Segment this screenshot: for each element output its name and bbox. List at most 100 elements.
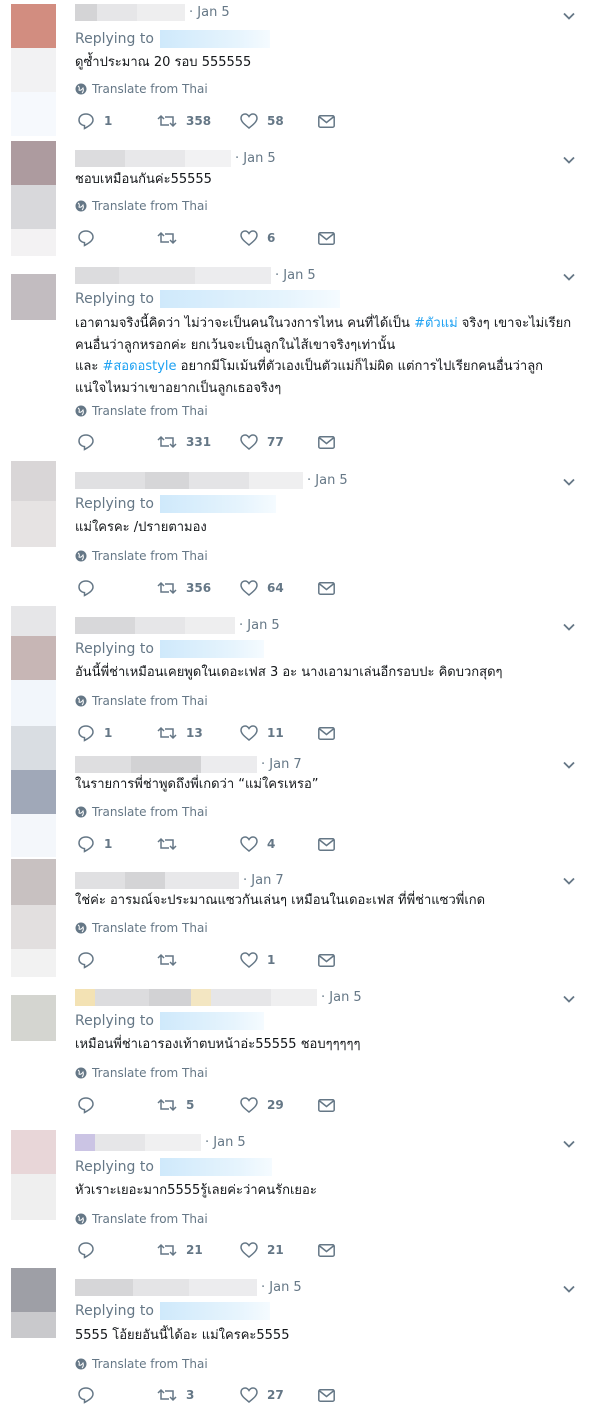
user-name[interactable] — [75, 1278, 257, 1296]
tweet-date[interactable]: · Jan 5 — [189, 5, 230, 20]
translate-link[interactable]: Translate from Thai — [75, 82, 208, 96]
translate-link[interactable]: Translate from Thai — [75, 1212, 208, 1226]
translate-link[interactable]: Translate from Thai — [75, 199, 208, 213]
reply-handle[interactable] — [159, 640, 264, 658]
tweet-date[interactable]: · Jan 5 — [205, 1135, 246, 1150]
reply-button[interactable] — [77, 1385, 104, 1405]
chevron-down-icon[interactable] — [562, 475, 576, 489]
translate-link[interactable]: Translate from Thai — [75, 921, 208, 935]
dm-button[interactable] — [318, 834, 344, 854]
globe-icon — [75, 1213, 87, 1225]
reply-button[interactable]: 1 — [77, 723, 112, 743]
dm-button[interactable] — [318, 950, 344, 970]
globe-icon — [75, 550, 87, 562]
reply-handle[interactable] — [159, 290, 340, 308]
tweet-date[interactable]: · Jan 5 — [321, 990, 362, 1005]
dm-button[interactable] — [318, 578, 344, 598]
tweet-date[interactable]: · Jan 5 — [261, 1280, 302, 1295]
reply-button[interactable]: 1 — [77, 111, 112, 131]
user-name[interactable] — [75, 1133, 201, 1151]
chevron-down-icon[interactable] — [562, 874, 576, 888]
retweet-button[interactable]: 358 — [157, 111, 211, 131]
tweet-actions: 6 — [75, 228, 345, 248]
user-name[interactable] — [75, 149, 231, 167]
reply-icon — [78, 434, 94, 451]
translate-link[interactable]: Translate from Thai — [75, 1357, 208, 1371]
reply-button[interactable] — [77, 228, 104, 248]
user-name[interactable] — [75, 266, 271, 284]
reply-handle[interactable] — [159, 495, 276, 513]
user-name[interactable] — [75, 616, 235, 634]
dm-button[interactable] — [318, 723, 344, 743]
reply-icon — [78, 952, 94, 969]
like-button[interactable]: 21 — [240, 1240, 284, 1260]
retweet-button[interactable]: 331 — [157, 432, 211, 452]
tweet-date[interactable]: · Jan 7 — [261, 757, 302, 772]
retweet-button[interactable] — [157, 950, 186, 970]
user-name[interactable] — [75, 3, 185, 21]
retweet-button[interactable]: 21 — [157, 1240, 203, 1260]
chevron-down-icon[interactable] — [562, 620, 576, 634]
hashtag-link[interactable]: #สอดอstyle — [102, 359, 176, 374]
like-button[interactable]: 64 — [240, 578, 284, 598]
reply-handle[interactable] — [159, 1158, 272, 1176]
reply-handle[interactable] — [159, 1012, 264, 1030]
retweet-button[interactable]: 5 — [157, 1095, 194, 1115]
chevron-down-icon[interactable] — [562, 1137, 576, 1151]
user-name[interactable] — [75, 471, 303, 489]
chevron-down-icon[interactable] — [562, 1282, 576, 1296]
retweet-button[interactable]: 3 — [157, 1385, 194, 1405]
chevron-down-icon[interactable] — [562, 758, 576, 772]
like-button[interactable]: 77 — [240, 432, 284, 452]
reply-button[interactable] — [77, 432, 104, 452]
dm-button[interactable] — [318, 111, 344, 131]
like-button[interactable]: 4 — [240, 834, 275, 854]
retweet-button[interactable]: 13 — [157, 723, 203, 743]
retweet-button[interactable] — [157, 228, 186, 248]
like-button[interactable]: 27 — [240, 1385, 284, 1405]
tweet-text: ดูซ้ำประมาณ 20 รอบ 555555 — [75, 55, 252, 70]
tweet-date[interactable]: · Jan 5 — [235, 151, 276, 166]
like-button[interactable]: 29 — [240, 1095, 284, 1115]
like-button[interactable]: 11 — [240, 723, 284, 743]
globe-icon — [75, 695, 87, 707]
tweet-date[interactable]: · Jan 5 — [239, 618, 280, 633]
reply-handle[interactable] — [159, 1302, 270, 1320]
like-button[interactable]: 1 — [240, 950, 275, 970]
tweet-date[interactable]: · Jan 5 — [275, 268, 316, 283]
reply-button[interactable]: 1 — [77, 834, 112, 854]
tweet: · Jan 5 Replying to หัวเราะเยอะมาก5555รู… — [0, 1123, 602, 1269]
retweet-button[interactable]: 356 — [157, 578, 211, 598]
translate-link[interactable]: Translate from Thai — [75, 694, 208, 708]
like-button[interactable]: 6 — [240, 228, 275, 248]
reply-button[interactable] — [77, 1240, 104, 1260]
dm-button[interactable] — [318, 1385, 344, 1405]
chevron-down-icon[interactable] — [562, 992, 576, 1006]
reply-button[interactable] — [77, 578, 104, 598]
chevron-down-icon[interactable] — [562, 153, 576, 167]
translate-link[interactable]: Translate from Thai — [75, 805, 208, 819]
dm-button[interactable] — [318, 228, 344, 248]
dm-button[interactable] — [318, 1240, 344, 1260]
translate-link[interactable]: Translate from Thai — [75, 549, 208, 563]
retweet-button[interactable] — [157, 834, 186, 854]
tweet-date[interactable]: · Jan 5 — [307, 473, 348, 488]
user-name[interactable] — [75, 871, 239, 889]
reply-handle[interactable] — [159, 30, 270, 48]
replying-to: Replying to — [75, 1158, 272, 1176]
hashtag-link[interactable]: #ตัวแม่ — [414, 316, 458, 331]
reply-button[interactable] — [77, 950, 104, 970]
reply-button[interactable] — [77, 1095, 104, 1115]
translate-link[interactable]: Translate from Thai — [75, 404, 208, 418]
dm-button[interactable] — [318, 432, 344, 452]
dm-button[interactable] — [318, 1095, 344, 1115]
user-name[interactable] — [75, 755, 257, 773]
chevron-down-icon[interactable] — [562, 270, 576, 284]
user-name[interactable] — [75, 988, 317, 1006]
chevron-down-icon[interactable] — [562, 9, 576, 23]
like-button[interactable]: 58 — [240, 111, 284, 131]
tweet-date[interactable]: · Jan 7 — [243, 873, 284, 888]
tweet-actions: 21 21 — [75, 1240, 345, 1260]
translate-link[interactable]: Translate from Thai — [75, 1066, 208, 1080]
reply-count: 1 — [104, 726, 113, 740]
